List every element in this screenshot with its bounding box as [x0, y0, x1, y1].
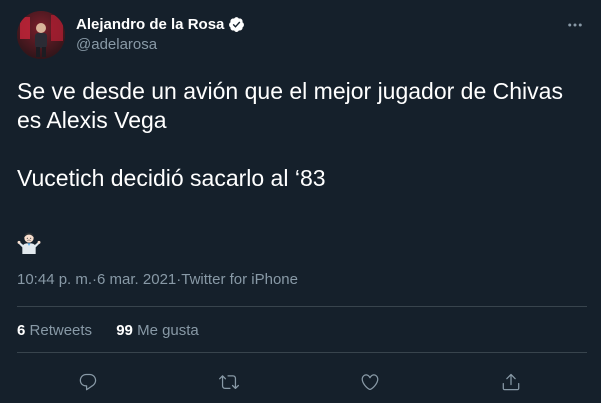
divider [17, 352, 587, 353]
retweets-count: 6 [17, 322, 26, 339]
like-icon [361, 374, 379, 391]
reply-button[interactable] [72, 366, 104, 398]
divider [17, 306, 587, 307]
tweet-stats: 6 Retweets 99 Me gusta [17, 322, 199, 339]
display-name-row: Alejandro de la Rosa [76, 14, 245, 34]
retweets-label: Retweets [29, 322, 93, 339]
verified-badge-icon [228, 16, 245, 33]
retweets-stat[interactable]: 6 Retweets [17, 322, 92, 339]
more-icon [568, 23, 582, 27]
like-button[interactable] [354, 366, 386, 398]
tweet-time[interactable]: 10:44 p. m. [17, 271, 92, 288]
avatar[interactable] [17, 11, 65, 59]
retweet-icon [219, 375, 239, 390]
tweet-header: Alejandro de la Rosa @adelarosa [17, 11, 587, 61]
person-shrugging-emoji-icon [17, 230, 41, 254]
reply-icon [79, 373, 97, 391]
likes-stat[interactable]: 99 Me gusta [116, 322, 199, 339]
tweet-date[interactable]: 6 mar. 2021 [97, 271, 176, 288]
share-icon [502, 373, 520, 391]
display-name[interactable]: Alejandro de la Rosa [76, 16, 224, 33]
tweet-source[interactable]: Twitter for iPhone [181, 271, 298, 288]
retweet-button[interactable] [213, 366, 245, 398]
tweet-card: Alejandro de la Rosa @adelarosa Se ve de… [0, 0, 601, 403]
more-options-button[interactable] [563, 13, 587, 37]
user-handle[interactable]: @adelarosa [76, 36, 245, 53]
tweet-paragraph: Vucetich decidió sacarlo al ‘83 [17, 165, 326, 191]
tweet-text: Se ve desde un avión que el mejor jugado… [17, 77, 577, 193]
likes-count: 99 [116, 322, 133, 339]
user-names: Alejandro de la Rosa @adelarosa [76, 14, 245, 53]
tweet-actions [0, 366, 601, 398]
tweet-meta: 10:44 p. m. · 6 mar. 2021 · Twitter for … [17, 271, 298, 288]
avatar-image [17, 11, 65, 59]
likes-label: Me gusta [137, 322, 199, 339]
share-button[interactable] [495, 366, 527, 398]
tweet-paragraph: Se ve desde un avión que el mejor jugado… [17, 78, 563, 133]
